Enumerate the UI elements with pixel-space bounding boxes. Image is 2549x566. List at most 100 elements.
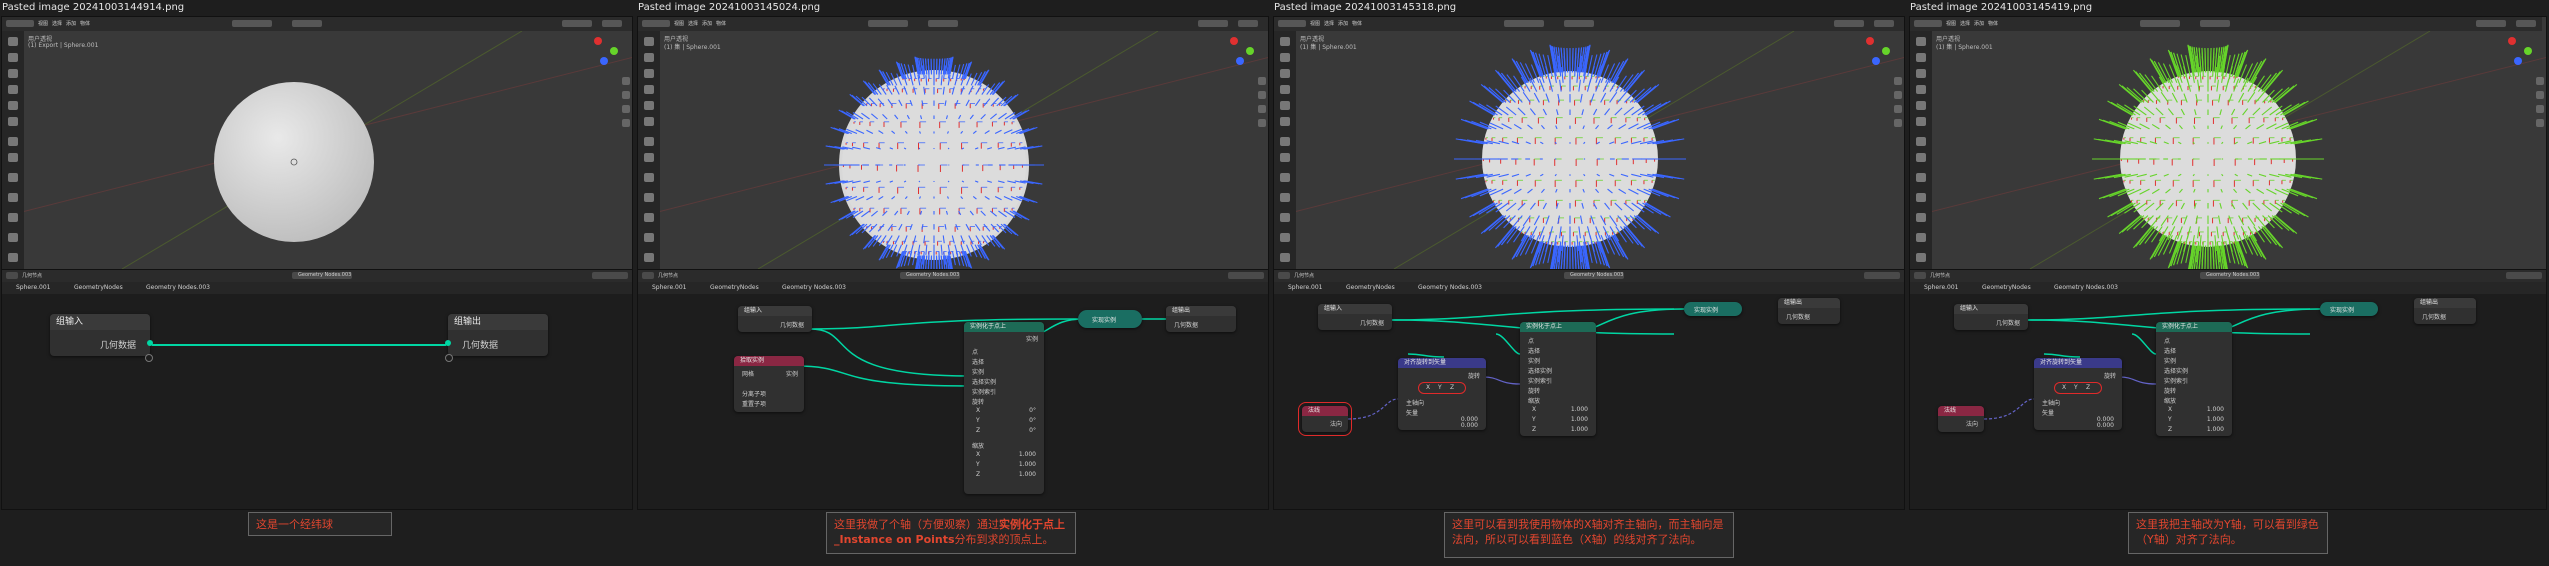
node-editor-canvas[interactable]: 组输入 几何数据 实现实例 组输出 几何数据 实例化于点上 实例 点 选择 实例… [638,294,1268,509]
loop-cut-tool-icon[interactable] [644,213,654,222]
mode-dropdown[interactable] [1914,20,1942,27]
menu-object[interactable]: 物体 [1988,20,1998,27]
menu-view[interactable]: 视图 [38,20,48,27]
3d-viewport[interactable]: 视图 选择 添加 物体 [2,17,632,269]
shear-tool-icon[interactable] [644,253,654,262]
options-dropdown[interactable] [1874,20,1894,27]
annotate-tool-icon[interactable] [8,137,18,146]
editor-type-label[interactable]: 几何节点 [22,272,42,279]
scale-z-value[interactable]: 1.000 [1571,426,1588,433]
editor-type-icon[interactable] [1914,272,1926,279]
editor-type-icon[interactable] [642,272,654,279]
camera-icon[interactable] [2536,105,2544,113]
realize-instances-node[interactable]: 实现实例 [2320,302,2378,316]
grid-view-icon[interactable] [622,119,630,127]
axis-z-toggle[interactable]: Z [2086,384,2090,391]
gizmo-y-icon[interactable] [2524,47,2532,55]
group-output-node[interactable]: 组输出 几何数据 [1166,306,1236,332]
breadcrumb-object[interactable]: Sphere.001 [16,284,51,291]
rotate-tool-icon[interactable] [1916,85,1926,94]
knife-tool-icon[interactable] [1916,233,1926,242]
node-editor-canvas[interactable]: 组输入 几何数据 实现实例 组输出 几何数据 实例化于点上 点 选择 实例 选择… [1910,294,2546,509]
menu-select[interactable]: 选择 [1960,20,1970,27]
options-dropdown[interactable] [1238,20,1258,27]
shading-modes[interactable] [1834,20,1864,27]
knife-tool-icon[interactable] [1280,233,1290,242]
move-tool-icon[interactable] [8,69,18,78]
menu-object[interactable]: 物体 [716,20,726,27]
menu-view[interactable]: 视图 [1946,20,1956,27]
extrude-tool-icon[interactable] [1916,193,1926,202]
editor-type-icon[interactable] [1278,272,1290,279]
extrude-tool-icon[interactable] [644,193,654,202]
rotate-tool-icon[interactable] [644,85,654,94]
snap-options[interactable] [928,20,958,27]
loop-cut-tool-icon[interactable] [1280,213,1290,222]
breadcrumb-modifier[interactable]: GeometryNodes [74,284,123,291]
pan-hand-icon[interactable] [1258,91,1266,99]
knife-tool-icon[interactable] [8,233,18,242]
move-tool-icon[interactable] [1280,69,1290,78]
add-cube-tool-icon[interactable] [644,173,654,182]
axis-y-toggle[interactable]: Y [2074,384,2078,391]
select-tool-icon[interactable] [8,37,18,46]
axis-x-toggle[interactable]: X [1426,384,1430,391]
transform-orientation[interactable] [2140,20,2180,27]
transform-orientation[interactable] [232,20,272,27]
breadcrumb-node-group[interactable]: Geometry Nodes.003 [782,284,846,291]
grid-view-icon[interactable] [1894,119,1902,127]
editor-type-label[interactable]: 几何节点 [1930,272,1950,279]
gizmo-y-icon[interactable] [1246,47,1254,55]
row-separate-children[interactable]: 分离子项 [742,389,766,398]
shear-tool-icon[interactable] [1916,253,1926,262]
cursor-tool-icon[interactable] [1916,53,1926,62]
camera-icon[interactable] [622,105,630,113]
extrude-tool-icon[interactable] [8,193,18,202]
loop-cut-tool-icon[interactable] [8,213,18,222]
instance-on-points-node[interactable]: 实例化于点上 实例 点 选择 实例 选择实例 实例索引 旋转 X 0° Y 0°… [964,322,1044,494]
3d-viewport[interactable]: 视图 选择 添加 物体 [638,17,1268,269]
normal-node[interactable]: 法线 法向 [1938,406,1984,432]
snap-options[interactable] [292,20,322,27]
geometry-socket[interactable] [147,340,153,346]
scale-x-value[interactable]: 1.000 [1571,406,1588,413]
object-info-node[interactable]: 拾取实例 网格 实例 分离子项 重置子项 [734,356,804,412]
transform-tool-icon[interactable] [8,117,18,126]
editor-type-label[interactable]: 几何节点 [1294,272,1314,279]
shading-modes[interactable] [2476,20,2506,27]
pan-hand-icon[interactable] [2536,91,2544,99]
zoom-icon[interactable] [1258,77,1266,85]
scale-y-value[interactable]: 1.000 [2207,416,2224,423]
scale-tool-icon[interactable] [1916,101,1926,110]
rot-x-value[interactable]: 0° [1029,407,1036,414]
pan-hand-icon[interactable] [1894,91,1902,99]
camera-icon[interactable] [1894,105,1902,113]
snap-options[interactable] [1564,20,1594,27]
shear-tool-icon[interactable] [1280,253,1290,262]
group-input-node[interactable]: 组输入 几何数据 [1954,304,2028,330]
scale-z-value[interactable]: 1.000 [1019,471,1036,478]
realize-instances-node[interactable]: 实现实例 [1684,302,1742,316]
select-tool-icon[interactable] [1280,37,1290,46]
measure-tool-icon[interactable] [1280,153,1290,162]
axis-y-toggle[interactable]: Y [1438,384,1442,391]
menu-add[interactable]: 添加 [702,20,712,27]
annotate-tool-icon[interactable] [1280,137,1290,146]
node-editor-canvas[interactable]: 组输入 几何数据 组输出 几何数据 [2,294,632,509]
select-tool-icon[interactable] [1916,37,1926,46]
annotate-tool-icon[interactable] [644,137,654,146]
gizmo-z-icon[interactable] [1236,57,1244,65]
overlay-options[interactable] [592,272,628,279]
empty-socket[interactable] [145,354,153,362]
rotate-tool-icon[interactable] [8,85,18,94]
menu-object[interactable]: 物体 [80,20,90,27]
breadcrumb-object[interactable]: Sphere.001 [652,284,687,291]
align-rotation-node[interactable]: 对齐旋转到矢量 旋转 X Y Z 主轴向 矢量 0.000 0.000 [1398,358,1486,430]
instance-on-points-node[interactable]: 实例化于点上 点 选择 实例 选择实例 实例索引 旋转 缩放 X 1.000 Y… [1520,322,1596,436]
overlay-options[interactable] [2506,272,2542,279]
breadcrumb-object[interactable]: Sphere.001 [1924,284,1959,291]
transform-orientation[interactable] [1504,20,1544,27]
transform-tool-icon[interactable] [1916,117,1926,126]
overlay-options[interactable] [1864,272,1900,279]
menu-select[interactable]: 选择 [52,20,62,27]
